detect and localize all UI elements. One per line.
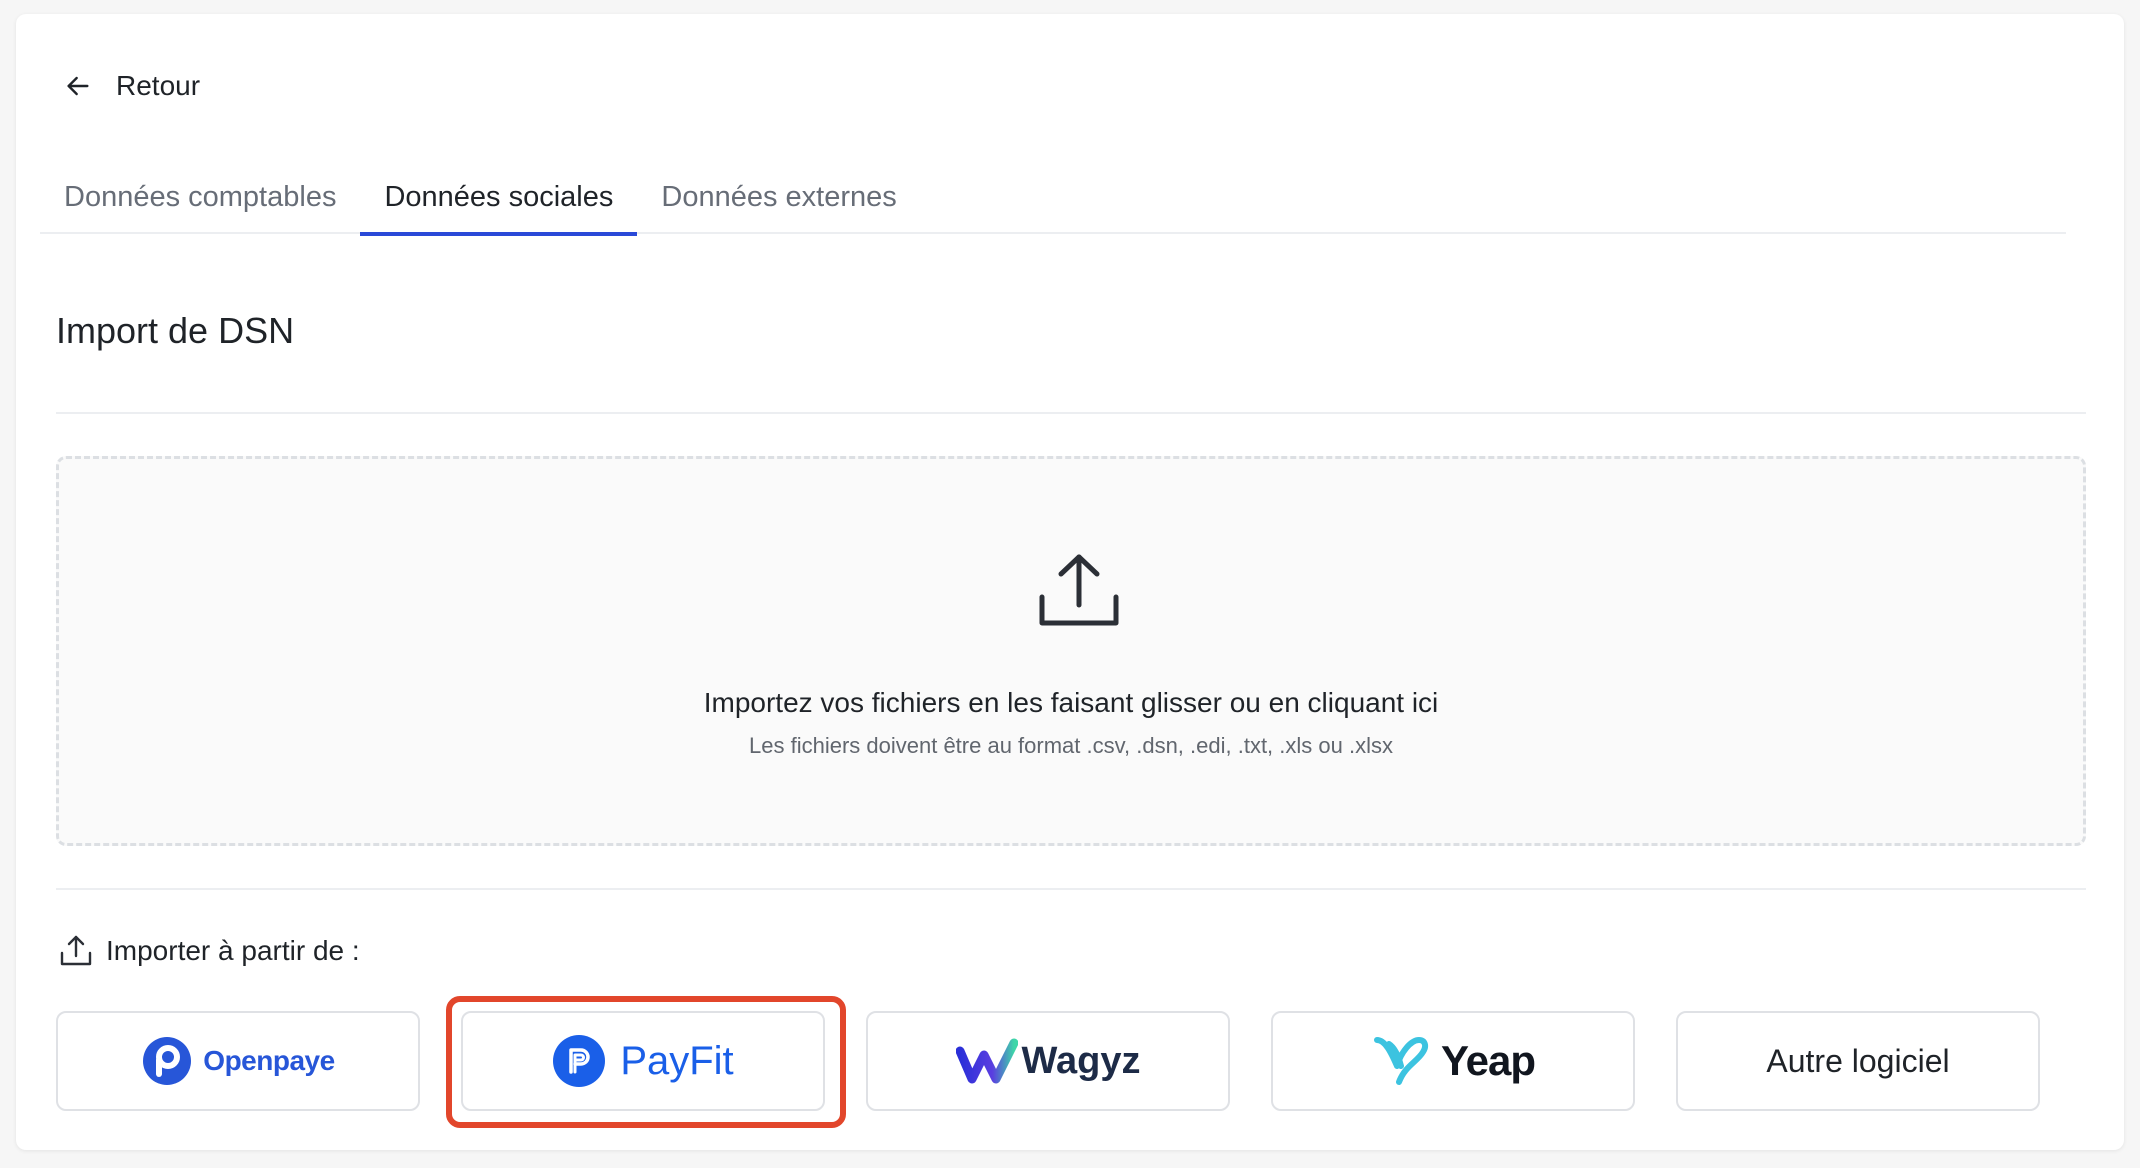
file-dropzone[interactable]: Importez vos fichiers en les faisant gli… — [56, 456, 2086, 846]
upload-icon — [1039, 554, 1119, 626]
tab-donnees-externes[interactable]: Données externes — [637, 160, 920, 234]
yeap-logo-icon — [1373, 1037, 1429, 1085]
tab-donnees-comptables[interactable]: Données comptables — [40, 160, 360, 234]
provider-payfit-label: PayFit — [620, 1038, 734, 1083]
provider-other-label: Autre logiciel — [1766, 1042, 1950, 1079]
section-title: Import de DSN — [56, 310, 295, 351]
upload-icon — [60, 935, 92, 966]
tab-donnees-sociales[interactable]: Données sociales — [360, 160, 638, 236]
provider-wagyz-button[interactable]: Wagyz — [866, 1011, 1230, 1111]
provider-other-software-button[interactable]: Autre logiciel — [1676, 1011, 2040, 1111]
back-label: Retour — [116, 70, 201, 101]
provider-openpaye-label: Openpaye — [203, 1045, 335, 1076]
back-button[interactable]: Retour — [62, 64, 200, 108]
wagyz-logo-icon — [955, 1038, 1018, 1084]
provider-payfit-button[interactable]: PayFit — [461, 1011, 825, 1111]
openpaye-logo-icon — [143, 1037, 192, 1085]
section-divider — [56, 412, 2086, 414]
import-divider — [56, 888, 2086, 890]
tab-bar: Données comptables Données sociales Donn… — [40, 160, 2066, 236]
arrow-left-icon — [67, 76, 89, 96]
dropzone-format-hint: Les fichiers doivent être au format .csv… — [749, 733, 1393, 758]
dropzone-main-text: Importez vos fichiers en les faisant gli… — [703, 687, 1439, 718]
provider-yeap-button[interactable]: Yeap — [1271, 1011, 1635, 1111]
import-from-label: Importer à partir de : — [106, 935, 360, 966]
provider-openpaye-button[interactable]: Openpaye — [56, 1011, 420, 1111]
provider-wagyz-label: Wagyz — [1021, 1039, 1141, 1082]
import-from-heading: Importer à partir de : — [58, 930, 360, 972]
provider-yeap-label: Yeap — [1440, 1037, 1536, 1084]
payfit-logo-icon — [553, 1035, 606, 1087]
